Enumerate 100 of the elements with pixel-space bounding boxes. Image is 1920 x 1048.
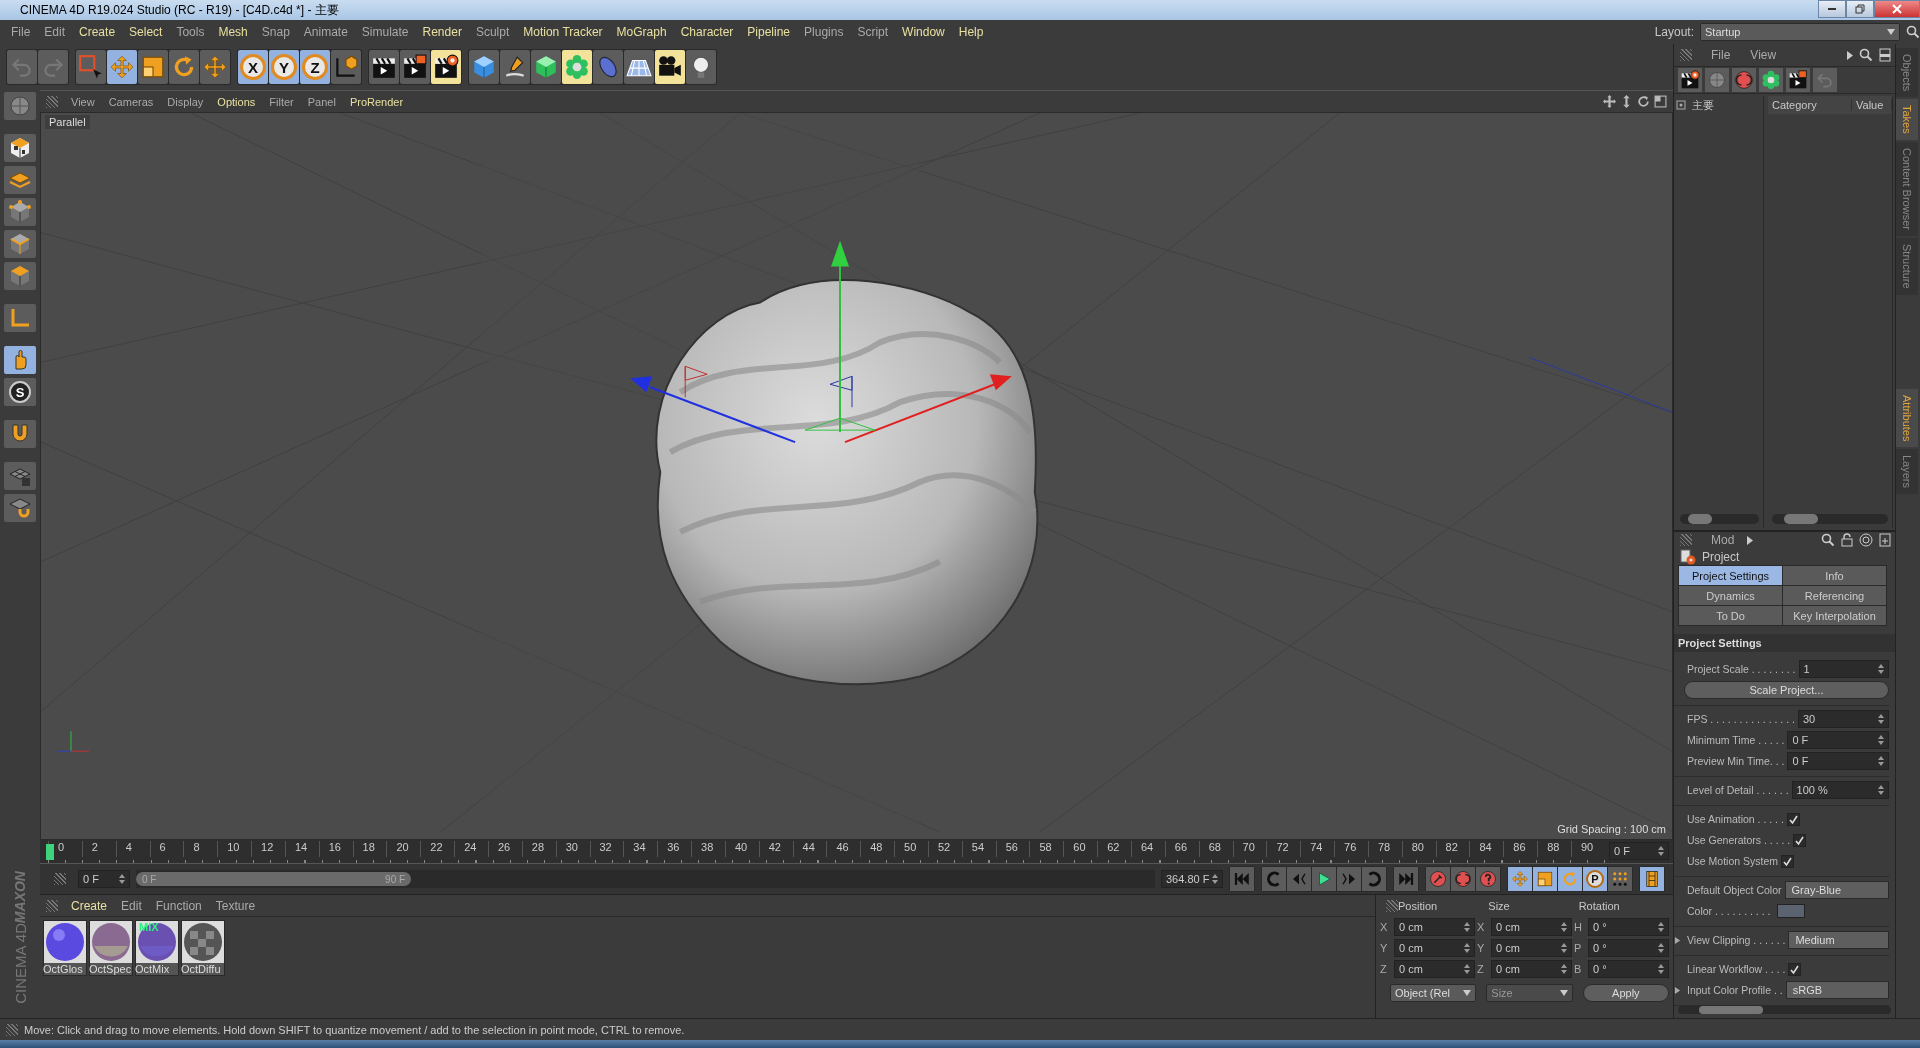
checkbox[interactable]	[1781, 854, 1795, 868]
scrollbar[interactable]	[1772, 514, 1888, 524]
axis-lock-button[interactable]: Z	[300, 50, 330, 84]
checkbox[interactable]	[1793, 833, 1807, 847]
menu-item[interactable]: Render	[415, 25, 469, 39]
menu-item[interactable]: View	[1743, 48, 1784, 62]
grip-handle[interactable]	[46, 95, 58, 108]
playback-button[interactable]	[1640, 867, 1664, 891]
panel-tool-button[interactable]	[1678, 68, 1702, 92]
tab[interactable]: Referencing	[1783, 586, 1886, 606]
checkbox[interactable]	[1786, 812, 1800, 826]
scrollbar[interactable]	[1680, 514, 1759, 524]
coordinate-field[interactable]: 0 °	[1588, 939, 1669, 957]
toolbar-button[interactable]	[331, 50, 361, 84]
coordinate-field[interactable]: 0 cm	[1394, 918, 1475, 936]
tab[interactable]: Dynamics	[1679, 586, 1782, 606]
menu-item[interactable]: Filter	[262, 95, 301, 108]
menu-item[interactable]: Display	[160, 95, 211, 108]
move-gizmo[interactable]	[630, 240, 1012, 444]
toolbar-button[interactable]	[400, 50, 430, 84]
side-tab[interactable]: Content Browser	[1896, 142, 1918, 236]
tab[interactable]: Project Settings	[1679, 566, 1782, 586]
playback-button[interactable]	[1312, 867, 1336, 891]
side-tab[interactable]: Objects	[1896, 48, 1918, 98]
menu-item[interactable]: Motion Tracker	[516, 25, 610, 39]
checkbox[interactable]	[1788, 962, 1802, 976]
menu-item[interactable]: Select	[122, 25, 170, 39]
coordinate-field[interactable]: 0 cm	[1394, 939, 1475, 957]
menu-item[interactable]: ProRender	[342, 95, 411, 108]
coordinate-field[interactable]: 0 cm	[1491, 960, 1572, 978]
grip-handle[interactable]	[6, 1023, 18, 1036]
menu-item[interactable]: View	[64, 95, 102, 108]
menu-item[interactable]: Edit	[37, 25, 73, 39]
tab[interactable]: Key Interpolation	[1783, 606, 1886, 626]
menu-item[interactable]: Function	[148, 898, 209, 913]
snap-button[interactable]: S	[4, 378, 36, 406]
toolbar-button[interactable]	[686, 50, 716, 84]
expand-arrow-icon[interactable]	[1674, 986, 1681, 994]
end-frame-field[interactable]: 364.80 F	[1161, 870, 1223, 888]
grip-handle[interactable]	[1680, 49, 1692, 61]
menu-item[interactable]: File	[4, 25, 38, 39]
number-field[interactable]: 30	[1797, 710, 1889, 729]
toolbar-button[interactable]	[369, 50, 399, 84]
number-field[interactable]: 0 F	[1787, 752, 1889, 771]
coordinate-field[interactable]: 0 cm	[1491, 918, 1572, 936]
apply-button[interactable]: Apply	[1582, 984, 1669, 1002]
menu-item[interactable]: Help	[951, 25, 991, 39]
grip-handle[interactable]	[54, 873, 66, 885]
expand-arrow-icon[interactable]	[1674, 936, 1681, 944]
color-swatch[interactable]	[1777, 904, 1806, 919]
menu-item[interactable]: Edit	[114, 898, 149, 913]
menu-item[interactable]: Simulate	[354, 25, 416, 39]
toolbar-button[interactable]	[431, 50, 461, 84]
number-field[interactable]: 0 F	[1787, 731, 1889, 750]
menu-item[interactable]: File	[1704, 48, 1738, 62]
menu-item[interactable]: Snap	[254, 25, 297, 39]
menu-item[interactable]: Animate	[296, 25, 355, 39]
tab[interactable]: To Do	[1679, 606, 1782, 626]
playback-button[interactable]	[1451, 867, 1475, 891]
playback-button[interactable]	[1608, 867, 1632, 891]
tree-item[interactable]: 主要	[1692, 97, 1714, 113]
playback-button[interactable]: P	[1583, 867, 1607, 891]
menu-item[interactable]: Character	[673, 25, 741, 39]
tool-button[interactable]	[4, 134, 36, 162]
scale-project-button[interactable]: Scale Project...	[1684, 681, 1889, 700]
menu-item[interactable]: Create	[72, 25, 123, 39]
layout-dropdown[interactable]: Startup	[1700, 23, 1900, 41]
coordinate-field[interactable]: 0 cm	[1491, 939, 1572, 957]
material-swatch[interactable]: OctGlos	[43, 920, 87, 976]
toolbar-button[interactable]	[500, 50, 530, 84]
grip-handle[interactable]	[1680, 534, 1692, 547]
coordinate-field[interactable]: 0 cm	[1394, 960, 1475, 978]
menu-item[interactable]: Texture	[208, 898, 263, 913]
tool-button[interactable]	[4, 494, 36, 522]
menu-item[interactable]: Sculpt	[468, 25, 517, 39]
menu-item[interactable]: Script	[850, 25, 896, 39]
menu-item[interactable]: Window	[895, 25, 952, 39]
number-field[interactable]: 100 %	[1791, 781, 1889, 800]
grip-handle[interactable]	[46, 899, 58, 912]
side-tab[interactable]: Attributes	[1896, 388, 1918, 448]
tab[interactable]: Info	[1783, 566, 1886, 586]
dropdown[interactable]: Medium	[1788, 931, 1889, 950]
scrollbar[interactable]	[1678, 1006, 1891, 1014]
toolbar-button[interactable]	[655, 50, 685, 84]
menu-item[interactable]: Mesh	[211, 25, 255, 39]
side-tab[interactable]: Structure	[1896, 238, 1918, 295]
grip-handle[interactable]	[1386, 900, 1398, 912]
material-swatch[interactable]: OctSpec	[89, 920, 133, 976]
material-swatch[interactable]: OctDiffu	[181, 920, 225, 976]
coordinate-field[interactable]: 0 °	[1588, 960, 1669, 978]
restore-button[interactable]	[1846, 0, 1874, 18]
menu-item[interactable]: Plugins	[797, 25, 851, 39]
dropdown[interactable]: sRGB	[1785, 981, 1889, 1000]
timeline-ruler[interactable]: 0 2 4 6 8 10 12 14 16 18 20 22 24 26 28 30 32 34 36 38 40 42 44 46 48 50 52 54 56 58 60 62 64 66 68 70 72 74 76 78 80 82 84 86 88 90	[48, 841, 1605, 863]
menu-item[interactable]: Panel	[300, 95, 343, 108]
toolbar-button[interactable]	[624, 50, 654, 84]
close-button[interactable]	[1874, 0, 1920, 18]
coordinate-field[interactable]: 0 °	[1588, 918, 1669, 936]
menu-item[interactable]: Create	[64, 898, 115, 913]
menu-item[interactable]: Cameras	[101, 95, 161, 108]
